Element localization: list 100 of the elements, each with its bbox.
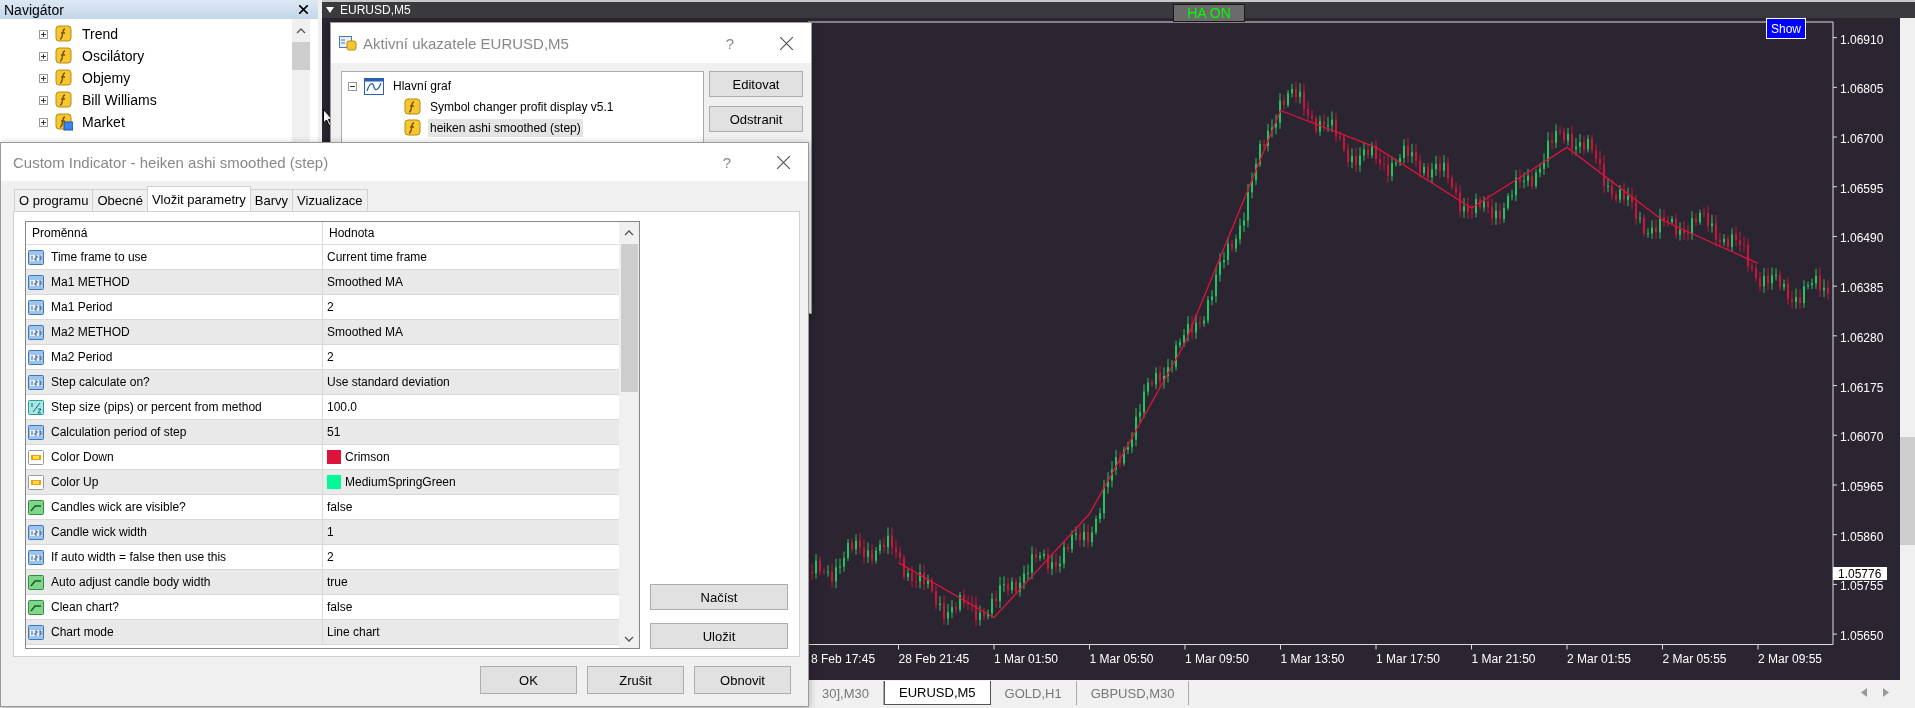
close-icon[interactable] xyxy=(780,36,793,50)
expand-icon[interactable] xyxy=(39,51,48,61)
scrollbar[interactable] xyxy=(619,222,639,648)
scroll-down-icon[interactable] xyxy=(624,636,634,642)
parameter-value[interactable]: true xyxy=(327,575,348,589)
parameter-value[interactable]: false xyxy=(327,600,353,614)
parameter-value[interactable]: 2 xyxy=(327,350,334,364)
chart-tab[interactable]: EURUSD,M5 xyxy=(884,681,991,705)
parameter-value[interactable]: false xyxy=(327,500,353,514)
help-button[interactable]: ? xyxy=(725,34,734,52)
parameter-value[interactable]: 100.0 xyxy=(327,400,358,414)
tree-item[interactable]: Symbol changer profit display v5.1 xyxy=(428,97,616,116)
ha-toggle-button[interactable]: HA ON xyxy=(1173,4,1245,22)
indicator-folder-icon xyxy=(55,47,73,65)
scrollbar-thumb[interactable] xyxy=(1900,437,1915,545)
dialog-button[interactable]: Odstranit xyxy=(709,106,803,132)
collapse-icon[interactable] xyxy=(348,81,357,91)
column-header[interactable]: Proměnná xyxy=(26,222,323,244)
tree-item[interactable]: Objemy xyxy=(82,70,131,86)
market-folder-icon xyxy=(55,113,73,131)
tree-item[interactable]: Bill Williams xyxy=(82,92,157,108)
table-row[interactable]: Ma2 Period 2 xyxy=(26,345,619,370)
tree-item[interactable]: heiken ashi smoothed (step) xyxy=(428,118,583,137)
table-row[interactable]: Color Down Crimson xyxy=(26,445,619,470)
tab[interactable]: Barvy xyxy=(249,189,294,211)
number-parameter-icon xyxy=(28,298,45,316)
column-header[interactable]: Hodnota xyxy=(323,222,619,244)
help-button[interactable]: ? xyxy=(722,153,731,171)
dialog-button[interactable]: Uložit xyxy=(650,623,788,649)
parameter-value[interactable]: Crimson xyxy=(345,450,390,464)
tree-item[interactable]: Hlavní graf xyxy=(391,77,454,95)
table-row[interactable]: Candle wick width 1 xyxy=(26,520,619,545)
scroll-up-icon[interactable] xyxy=(296,28,306,34)
close-icon[interactable] xyxy=(777,155,790,169)
tree-item[interactable]: Oscilátory xyxy=(82,48,145,64)
dialog-button[interactable]: Obnovit xyxy=(694,666,791,694)
price-label: 1.06490 xyxy=(1840,231,1884,246)
table-row[interactable]: Color Up MediumSpringGreen xyxy=(26,470,619,495)
price-label: 1.06910 xyxy=(1840,32,1884,47)
parameter-name: Candles wick are visible? xyxy=(51,500,186,514)
chart-tab[interactable]: GOLD,H1 xyxy=(990,681,1077,705)
scrollbar-thumb[interactable] xyxy=(620,244,638,392)
number-parameter-icon xyxy=(28,548,45,566)
close-icon[interactable] xyxy=(299,5,308,14)
tree-item[interactable]: Market xyxy=(82,114,125,130)
parameter-value[interactable]: Smoothed MA xyxy=(327,325,404,339)
time-label: 2 Mar 05:55 xyxy=(1662,651,1727,666)
tab[interactable]: Vložit parametry xyxy=(146,186,251,211)
scroll-up-icon[interactable] xyxy=(624,230,634,236)
number-parameter-icon xyxy=(28,623,45,641)
parameter-value[interactable]: Use standard deviation xyxy=(327,375,450,389)
table-row[interactable]: Auto adjust candle body width true xyxy=(26,570,619,595)
number-parameter-icon xyxy=(28,423,45,441)
parameter-value[interactable]: MediumSpringGreen xyxy=(345,475,456,489)
scrollbar[interactable] xyxy=(1900,18,1915,680)
parameter-value[interactable]: Current time frame xyxy=(327,250,428,264)
toggle-parameter-icon xyxy=(28,573,45,591)
dialog-button[interactable]: Načíst xyxy=(650,584,788,610)
caret-icon[interactable] xyxy=(326,7,334,13)
table-row[interactable]: Candles wick are visible? false xyxy=(26,495,619,520)
table-row[interactable]: Time frame to use Current time frame xyxy=(26,245,619,270)
expand-icon[interactable] xyxy=(39,29,48,39)
time-label: 1 Mar 09:50 xyxy=(1185,651,1250,666)
table-row[interactable]: If auto width = false then use this 2 xyxy=(26,545,619,570)
table-row[interactable]: Ma1 METHOD Smoothed MA xyxy=(26,270,619,295)
color-parameter-icon xyxy=(28,448,45,466)
dialog-button[interactable]: Zrušit xyxy=(587,666,684,694)
indicators-list-icon xyxy=(339,35,357,51)
parameter-value[interactable]: 51 xyxy=(327,425,341,439)
color-swatch[interactable] xyxy=(327,450,341,464)
expand-icon[interactable] xyxy=(39,95,48,105)
number-parameter-icon xyxy=(28,523,45,541)
cursor-icon xyxy=(323,109,333,126)
show-button[interactable]: Show xyxy=(1766,18,1806,39)
parameter-value[interactable]: 2 xyxy=(327,300,334,314)
parameter-value[interactable]: Smoothed MA xyxy=(327,275,404,289)
table-row[interactable]: Chart mode Line chart xyxy=(26,620,619,645)
scrollbar-thumb[interactable] xyxy=(292,42,310,70)
dialog-button[interactable]: Editovat xyxy=(709,71,803,97)
parameter-value[interactable]: 2 xyxy=(327,550,334,564)
table-row[interactable]: Step size (pips) or percent from method 100.0 xyxy=(26,395,619,420)
parameter-value[interactable]: Line chart xyxy=(327,625,380,639)
parameter-value[interactable]: 1 xyxy=(327,525,334,539)
tab[interactable]: O programu xyxy=(14,189,94,211)
table-row[interactable]: Ma1 Period 2 xyxy=(26,295,619,320)
table-row[interactable]: Ma2 METHOD Smoothed MA xyxy=(26,320,619,345)
chart-tab[interactable]: GBPUSD,M30 xyxy=(1076,681,1190,705)
time-label: 1 Mar 01:50 xyxy=(994,651,1059,666)
color-parameter-icon xyxy=(28,473,45,491)
parameter-name: Calculation period of step xyxy=(51,425,187,439)
tree-item[interactable]: Trend xyxy=(82,26,119,42)
tab[interactable]: Vizualizace xyxy=(292,189,368,211)
table-row[interactable]: Calculation period of step 51 xyxy=(26,420,619,445)
dialog-button[interactable]: OK xyxy=(480,666,577,694)
table-row[interactable]: Clean chart? false xyxy=(26,595,619,620)
color-swatch[interactable] xyxy=(327,475,341,489)
expand-icon[interactable] xyxy=(39,117,48,127)
expand-icon[interactable] xyxy=(39,73,48,83)
table-row[interactable]: Step calculate on? Use standard deviation xyxy=(26,370,619,395)
indicator-icon xyxy=(404,118,422,137)
